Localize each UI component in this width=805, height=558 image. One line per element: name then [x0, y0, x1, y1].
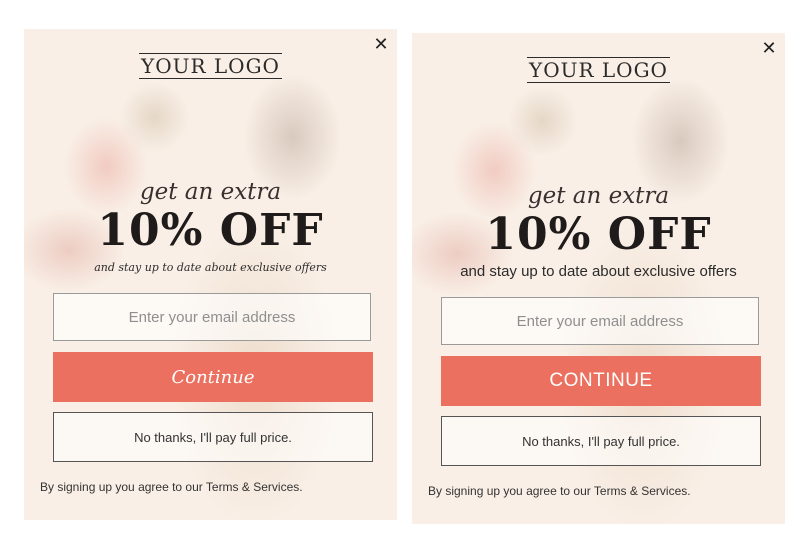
close-icon[interactable]: ✕	[371, 35, 391, 55]
headline-big: 10% OFF	[485, 209, 712, 260]
close-icon[interactable]: ✕	[759, 39, 779, 59]
email-input[interactable]	[441, 297, 759, 345]
logo-text: YOUR LOGO	[139, 53, 282, 79]
popup-variant-script: ✕ YOUR LOGO get an extra 10% OFF and sta…	[24, 29, 397, 520]
subtitle: and stay up to date about exclusive offe…	[460, 263, 737, 280]
email-input[interactable]	[53, 293, 371, 341]
continue-button[interactable]: CONTINUE	[441, 356, 761, 406]
headline-big: 10% OFF	[97, 205, 324, 256]
popup-variant-plain: ✕ YOUR LOGO get an extra 10% OFF and sta…	[412, 33, 785, 524]
decline-button[interactable]: No thanks, I'll pay full price.	[53, 412, 373, 462]
continue-button[interactable]: Continue	[53, 352, 373, 402]
decline-button[interactable]: No thanks, I'll pay full price.	[441, 416, 761, 466]
logo-text: YOUR LOGO	[527, 57, 670, 83]
terms-text: By signing up you agree to our Terms & S…	[40, 480, 303, 494]
terms-text: By signing up you agree to our Terms & S…	[428, 484, 691, 498]
headline-small: get an extra	[139, 179, 282, 205]
subtitle: and stay up to date about exclusive offe…	[94, 261, 327, 274]
logo: YOUR LOGO	[24, 53, 397, 79]
headline-small: get an extra	[527, 183, 670, 209]
logo: YOUR LOGO	[412, 57, 785, 83]
